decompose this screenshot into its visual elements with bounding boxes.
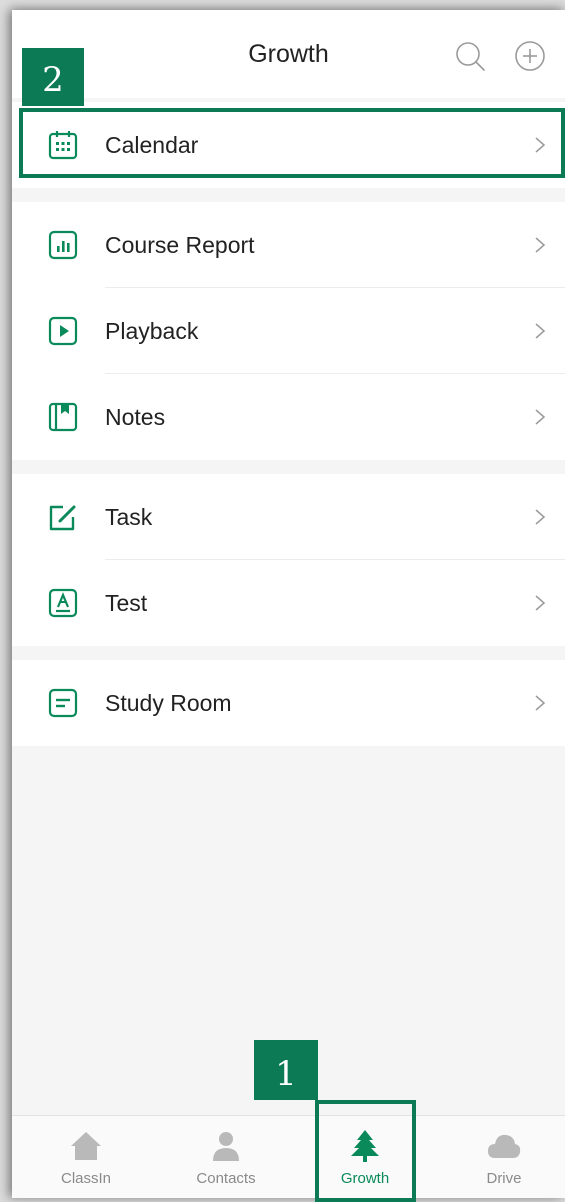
- tab-label: ClassIn: [60, 1170, 112, 1187]
- section-assessment: Task Test: [12, 474, 565, 646]
- menu-item-label: Notes: [105, 403, 166, 430]
- menu-item-task[interactable]: Task: [12, 474, 565, 560]
- menu-item-course-report[interactable]: Course Report: [12, 202, 565, 288]
- chevron-right-icon: [535, 509, 546, 525]
- tab-classin[interactable]: ClassIn: [17, 1116, 155, 1198]
- study-room-icon: [48, 688, 78, 718]
- highlight-growth-tab: [315, 1100, 416, 1202]
- menu-item-label: Task: [105, 503, 153, 530]
- tab-label: Contacts: [196, 1170, 256, 1187]
- person-icon: [213, 1132, 239, 1161]
- menu-item-label: Course Report: [105, 231, 255, 258]
- tab-label: Drive: [486, 1170, 522, 1187]
- phone-screen: Growth Calendar Course Report Playback N…: [12, 10, 565, 1198]
- step-callout-2: 2: [22, 48, 84, 106]
- menu-item-label: Test: [105, 589, 148, 616]
- tab-drive[interactable]: Drive: [435, 1116, 565, 1198]
- chevron-right-icon: [535, 323, 546, 339]
- home-icon: [71, 1132, 101, 1160]
- tab-contacts[interactable]: Contacts: [157, 1116, 295, 1198]
- menu-item-label: Playback: [105, 317, 199, 344]
- bottom-tab-bar: ClassIn Contacts Growth Drive: [12, 1115, 565, 1198]
- play-icon: [48, 316, 78, 346]
- app-header: Growth: [12, 10, 565, 98]
- chevron-right-icon: [535, 695, 546, 711]
- search-icon[interactable]: [452, 38, 488, 74]
- menu-item-test[interactable]: Test: [12, 560, 565, 646]
- notes-icon: [48, 402, 78, 432]
- menu-item-study-room[interactable]: Study Room: [12, 660, 565, 746]
- highlight-calendar: [19, 108, 565, 178]
- step-callout-1: 1: [254, 1040, 318, 1100]
- section-study: Study Room: [12, 660, 565, 746]
- add-circle-icon[interactable]: [512, 38, 548, 74]
- menu-item-notes[interactable]: Notes: [12, 374, 565, 460]
- chevron-right-icon: [535, 595, 546, 611]
- test-icon: [48, 588, 78, 618]
- edit-task-icon: [49, 505, 76, 531]
- chevron-right-icon: [535, 409, 546, 425]
- section-learning: Course Report Playback Notes: [12, 202, 565, 460]
- report-chart-icon: [48, 230, 78, 260]
- menu-item-playback[interactable]: Playback: [12, 288, 565, 374]
- menu-item-label: Study Room: [105, 689, 232, 716]
- chevron-right-icon: [535, 237, 546, 253]
- cloud-icon: [488, 1134, 521, 1158]
